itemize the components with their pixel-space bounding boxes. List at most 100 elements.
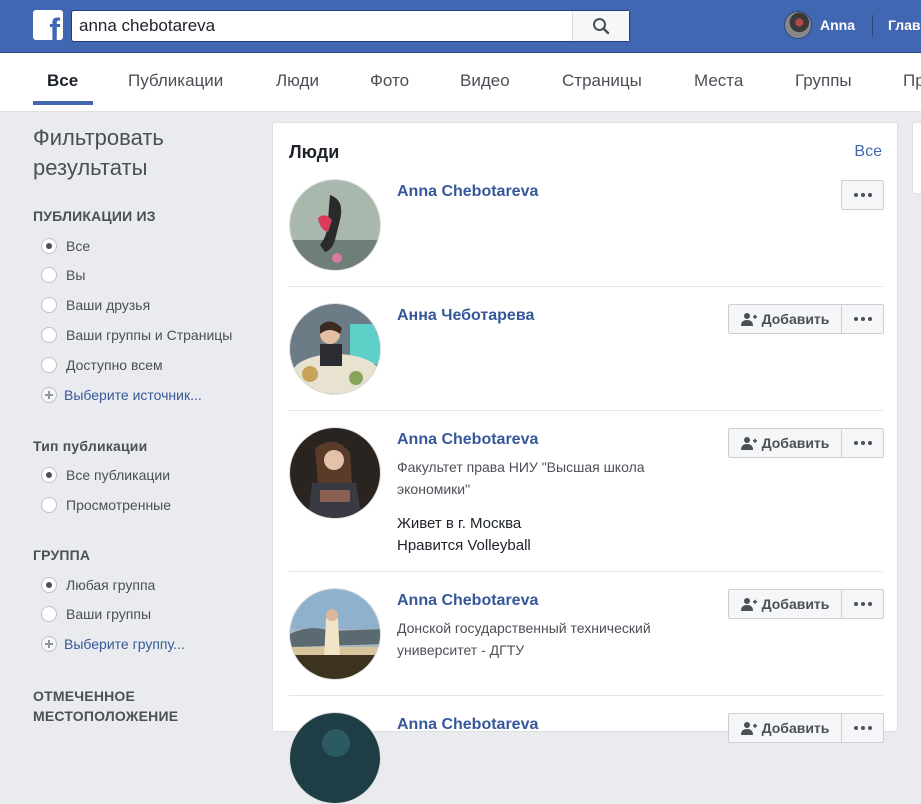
- radio-icon: [41, 357, 57, 373]
- tab-places[interactable]: Места: [694, 71, 743, 91]
- user-avatar[interactable]: [784, 11, 812, 39]
- more-dots-icon: [853, 726, 872, 730]
- section-tagged-location: ОТМЕЧЕННОЕ МЕСТОПОЛОЖЕНИЕ: [33, 686, 178, 726]
- tab-people[interactable]: Люди: [276, 71, 319, 91]
- choose-group-label: Выберите группу...: [64, 636, 185, 652]
- more-options-button[interactable]: [841, 180, 884, 210]
- person-name-link[interactable]: Anna Chebotareva: [397, 431, 538, 449]
- profile-link[interactable]: Anna: [820, 17, 855, 33]
- search-button[interactable]: [572, 11, 629, 41]
- add-friend-button[interactable]: Добавить: [728, 589, 842, 619]
- radio-label: Просмотренные: [66, 497, 172, 513]
- radio-pub-groups-pages[interactable]: Ваши группы и Страницы: [41, 327, 232, 343]
- filter-title-line2: результаты: [33, 155, 148, 180]
- more-dots-icon: [853, 193, 872, 197]
- person-photo-image: [290, 304, 380, 394]
- search-input[interactable]: [72, 11, 572, 41]
- radio-label: Ваши группы: [66, 606, 152, 622]
- education-line1: Донской государственный технический: [397, 620, 651, 636]
- add-friend-icon: [740, 313, 757, 326]
- section-post-type: Тип публикации: [33, 438, 148, 454]
- more-options-button[interactable]: [841, 304, 884, 334]
- education-line2: экономики": [397, 481, 471, 497]
- radio-group-yours[interactable]: Ваши группы: [41, 606, 151, 622]
- radio-label: Любая группа: [66, 577, 156, 593]
- result-divider: [289, 695, 883, 696]
- search-tabs-bar: Все Публикации Люди Фото Видео Страницы …: [0, 53, 921, 112]
- radio-pub-friends[interactable]: Ваши друзья: [41, 297, 150, 313]
- add-friend-label: Добавить: [761, 311, 830, 327]
- radio-pub-all[interactable]: Все: [41, 238, 90, 254]
- education-line1: Факультет права НИУ "Высшая школа: [397, 459, 645, 475]
- radio-icon: [41, 267, 57, 283]
- person-photo[interactable]: [289, 179, 381, 271]
- choose-source-label: Выберите источник...: [64, 387, 202, 403]
- person-name-link[interactable]: Anna Chebotareva: [397, 183, 538, 201]
- person-photo[interactable]: [289, 588, 381, 680]
- radio-label: Вы: [66, 267, 86, 283]
- more-dots-icon: [853, 602, 872, 606]
- more-dots-icon: [853, 317, 872, 321]
- result-divider: [289, 286, 883, 287]
- radio-pub-you[interactable]: Вы: [41, 267, 85, 283]
- person-photo-image: [290, 180, 380, 270]
- side-card: [912, 122, 921, 194]
- person-photo[interactable]: [289, 303, 381, 395]
- person-education: Факультет права НИУ "Высшая школа эконом…: [397, 456, 687, 500]
- tab-groups[interactable]: Группы: [795, 71, 852, 91]
- logo-letter: f: [49, 12, 60, 40]
- choose-source-link[interactable]: Выберите источник...: [41, 387, 202, 403]
- radio-label: Доступно всем: [66, 357, 163, 373]
- people-section-title: Люди: [289, 142, 340, 162]
- radio-type-all[interactable]: Все публикации: [41, 467, 170, 483]
- radio-type-viewed[interactable]: Просмотренные: [41, 497, 171, 513]
- add-friend-button[interactable]: Добавить: [728, 304, 842, 334]
- person-photo-image: [290, 713, 380, 803]
- person-name-link[interactable]: Анна Чеботарева: [397, 307, 534, 325]
- person-photo[interactable]: [289, 427, 381, 519]
- filter-title: Фильтровать результаты: [33, 123, 213, 183]
- facebook-logo-icon[interactable]: f: [33, 10, 63, 40]
- radio-icon: [41, 497, 57, 513]
- tab-videos[interactable]: Видео: [460, 71, 510, 91]
- radio-selected-icon: [41, 238, 57, 254]
- more-options-button[interactable]: [841, 589, 884, 619]
- person-name-link[interactable]: Anna Chebotareva: [397, 592, 538, 610]
- person-location: Живет в г. Москва: [397, 515, 522, 532]
- result-divider: [289, 410, 883, 411]
- more-options-button[interactable]: [841, 428, 884, 458]
- radio-selected-icon: [41, 577, 57, 593]
- more-options-button[interactable]: [841, 713, 884, 743]
- tagged-location-line1: ОТМЕЧЕННОЕ: [33, 688, 136, 704]
- person-photo[interactable]: [289, 712, 381, 804]
- add-friend-icon: [740, 598, 757, 611]
- radio-selected-icon: [41, 467, 57, 483]
- search-icon: [593, 18, 610, 35]
- radio-pub-public[interactable]: Доступно всем: [41, 357, 163, 373]
- filter-title-line1: Фильтровать: [33, 125, 164, 150]
- person-photo-image: [290, 428, 380, 518]
- search-box: [71, 10, 630, 42]
- tab-all[interactable]: Все: [47, 71, 78, 91]
- tab-pages[interactable]: Страницы: [562, 71, 642, 91]
- people-results-card: Люди Все Anna Chebotareva Анна Чеботарев…: [272, 122, 898, 804]
- tab-photos[interactable]: Фото: [370, 71, 409, 91]
- add-friend-button[interactable]: Добавить: [728, 713, 842, 743]
- education-line2: университет - ДГТУ: [397, 642, 525, 658]
- add-friend-button[interactable]: Добавить: [728, 428, 842, 458]
- tab-more[interactable]: Пр: [903, 71, 921, 91]
- choose-group-link[interactable]: Выберите группу...: [41, 636, 185, 652]
- section-group: ГРУППА: [33, 547, 91, 563]
- radio-label: Все: [66, 238, 91, 254]
- tab-posts[interactable]: Публикации: [128, 71, 223, 91]
- tagged-location-line2: МЕСТОПОЛОЖЕНИЕ: [33, 708, 179, 724]
- home-link[interactable]: Глав: [888, 17, 921, 33]
- more-dots-icon: [853, 441, 872, 445]
- person-name-link[interactable]: Anna Chebotareva: [397, 716, 538, 734]
- add-friend-label: Добавить: [761, 720, 830, 736]
- person-education: Донской государственный технический унив…: [397, 617, 687, 661]
- radio-label: Ваши группы и Страницы: [66, 327, 233, 343]
- person-likes: Нравится Volleyball: [397, 537, 531, 554]
- radio-group-any[interactable]: Любая группа: [41, 577, 155, 593]
- see-all-people-link[interactable]: Все: [854, 143, 882, 161]
